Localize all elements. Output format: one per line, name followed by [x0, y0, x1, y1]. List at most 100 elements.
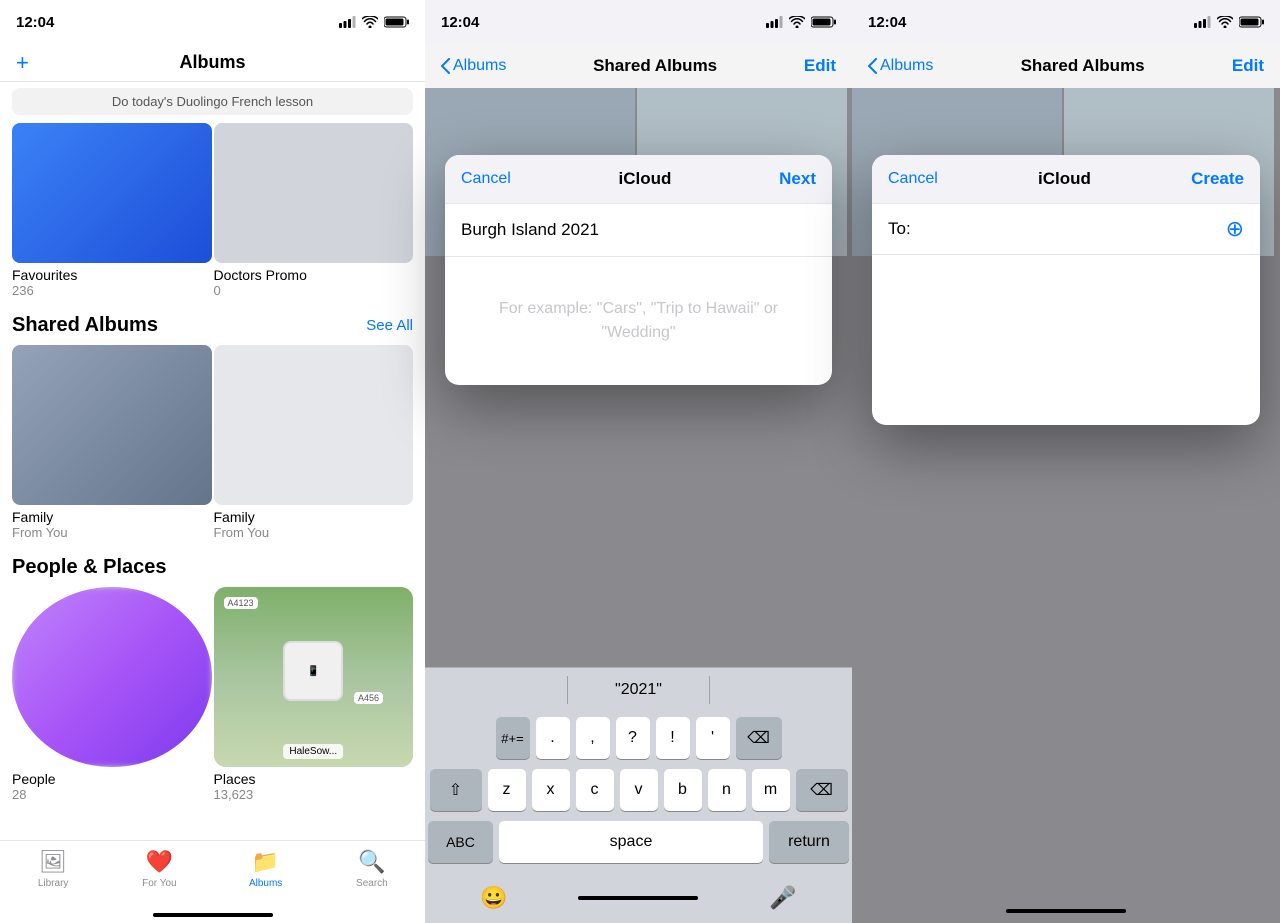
suggestion-middle[interactable]: "2021"	[568, 677, 710, 703]
numbers-row: ⇧ z x c v b n m ⌫	[428, 769, 849, 811]
panel3-nav-title: Shared Albums	[1021, 56, 1145, 76]
back-albums-button-3[interactable]: Albums	[868, 57, 933, 75]
status-icons-2	[766, 16, 836, 28]
home-indicator-3	[1006, 909, 1126, 913]
shared-album-name-2: Family	[214, 509, 414, 525]
key-shift[interactable]: ⇧	[430, 769, 482, 811]
suggestion-left[interactable]	[425, 686, 567, 694]
keyboard-bottom-extras: 😀 🎤	[425, 877, 852, 923]
home-indicator-1	[153, 913, 273, 917]
suggestion-right[interactable]	[710, 686, 852, 694]
edit-button-3[interactable]: Edit	[1232, 56, 1264, 76]
panel-icloud-name: 12:04 Albums	[425, 0, 852, 923]
nav-library-label: Library	[38, 878, 69, 889]
battery-icon-1	[384, 16, 409, 28]
key-dot[interactable]: .	[536, 717, 570, 759]
key-hash[interactable]: #+=	[496, 717, 530, 759]
dialog-empty-area	[872, 255, 1260, 425]
panel2-nav-title: Shared Albums	[593, 56, 717, 76]
special-key-row: #+= . , ? ! ' ⌫	[428, 717, 849, 759]
nav-for-you-label: For You	[142, 878, 176, 889]
people-count: 28	[12, 787, 212, 802]
panel2-nav-bar: Albums Shared Albums Edit	[425, 44, 852, 88]
album-name-favourites: Favourites	[12, 267, 212, 283]
key-backspace[interactable]: ⌫	[796, 769, 848, 811]
places-item[interactable]: 📱 HaleSow... A4123 A456 Places 13,623	[214, 587, 414, 802]
album-count-favourites: 236	[12, 283, 212, 298]
shared-album-sub-2: From You	[214, 525, 414, 540]
key-space[interactable]: space	[499, 821, 763, 863]
back-label-3: Albums	[880, 57, 933, 75]
status-bar-1: 12:04	[0, 0, 425, 44]
key-apostrophe[interactable]: '	[696, 717, 730, 759]
album-item-doctors[interactable]: Doctors Promo 0	[214, 123, 414, 298]
album-thumb-doctors	[214, 123, 414, 263]
panel3-nav-bar: Albums Shared Albums Edit	[852, 44, 1280, 88]
shared-albums-title: Shared Albums	[12, 314, 158, 337]
dialog-next-button[interactable]: Next	[779, 169, 816, 189]
back-albums-button-2[interactable]: Albums	[441, 57, 506, 75]
nav-albums[interactable]: 📁 Albums	[234, 849, 298, 889]
shared-album-name-1: Family	[12, 509, 212, 525]
nav-search[interactable]: 🔍 Search	[340, 849, 404, 889]
wifi-icon-2	[789, 16, 805, 28]
key-x[interactable]: x	[532, 769, 570, 811]
dialog-title: iCloud	[619, 169, 672, 189]
album-name-doctors: Doctors Promo	[214, 267, 414, 283]
dialog-create-button[interactable]: Create	[1191, 169, 1244, 189]
edit-button-2[interactable]: Edit	[804, 56, 836, 76]
keyboard-rows: #+= . , ? ! ' ⌫ ⇧ z x c v b n m ⌫	[425, 711, 852, 877]
nav-library[interactable]: 🖼 Library	[21, 849, 85, 889]
icloud-name-dialog: Cancel iCloud Next For example: "Cars", …	[445, 155, 832, 385]
people-item[interactable]: People 28	[12, 587, 212, 802]
dialog-input-row	[445, 204, 832, 257]
library-icon: 🖼	[39, 849, 67, 875]
shared-thumb-2	[214, 345, 414, 505]
album-item-favourites[interactable]: Favourites 236	[12, 123, 212, 298]
keyboard-panel2: "2021" #+= . , ? ! ' ⌫ ⇧ z x c v	[425, 667, 852, 923]
albums-title: Albums	[179, 52, 245, 73]
shared-album-family-1[interactable]: Family From You	[12, 345, 212, 540]
dialog-to-label: To:	[888, 219, 911, 239]
nav-for-you[interactable]: ❤️ For You	[127, 849, 191, 889]
add-album-button[interactable]: +	[16, 50, 29, 76]
shared-albums-header: Shared Albums See All	[0, 298, 425, 345]
places-label: Places	[214, 771, 414, 787]
for-you-icon: ❤️	[146, 849, 173, 875]
status-bar-2: 12:04	[425, 0, 852, 44]
key-question[interactable]: ?	[616, 717, 650, 759]
emoji-icon-2[interactable]: 😀	[480, 885, 507, 911]
key-exclaim[interactable]: !	[656, 717, 690, 759]
key-c[interactable]: c	[576, 769, 614, 811]
key-comma[interactable]: ,	[576, 717, 610, 759]
key-backspace-special[interactable]: ⌫	[736, 717, 782, 759]
albums-grid: Favourites 236 Doctors Promo 0	[0, 123, 425, 298]
key-abc[interactable]: ABC	[428, 821, 493, 863]
mic-icon-2[interactable]: 🎤	[769, 885, 796, 911]
signal-icon-2	[766, 16, 783, 28]
battery-icon-2	[811, 16, 836, 28]
battery-icon-3	[1239, 16, 1264, 28]
album-name-input[interactable]	[461, 220, 816, 240]
key-z[interactable]: z	[488, 769, 526, 811]
key-return[interactable]: return	[769, 821, 849, 863]
dialog-to-cancel-button[interactable]: Cancel	[888, 170, 938, 188]
icloud-to-dialog: Cancel iCloud Create To: ⊕	[872, 155, 1260, 425]
key-b[interactable]: b	[664, 769, 702, 811]
see-all-button[interactable]: See All	[366, 317, 413, 334]
shared-album-family-2[interactable]: Family From You	[214, 345, 414, 540]
people-places-title: People & Places	[12, 556, 167, 579]
dialog-cancel-button[interactable]: Cancel	[461, 170, 511, 188]
people-label: People	[12, 771, 212, 787]
dialog-to-input[interactable]	[921, 219, 1222, 239]
chevron-left-icon-3	[868, 58, 878, 74]
places-count: 13,623	[214, 787, 414, 802]
add-recipient-button[interactable]: ⊕	[1226, 218, 1244, 240]
key-m[interactable]: m	[752, 769, 790, 811]
bottom-row: ABC space return	[428, 821, 849, 863]
key-v[interactable]: v	[620, 769, 658, 811]
search-icon: 🔍	[358, 849, 385, 875]
shared-thumb-1	[12, 345, 212, 505]
shared-albums-grid: Family From You Family From You	[0, 345, 425, 540]
key-n[interactable]: n	[708, 769, 746, 811]
